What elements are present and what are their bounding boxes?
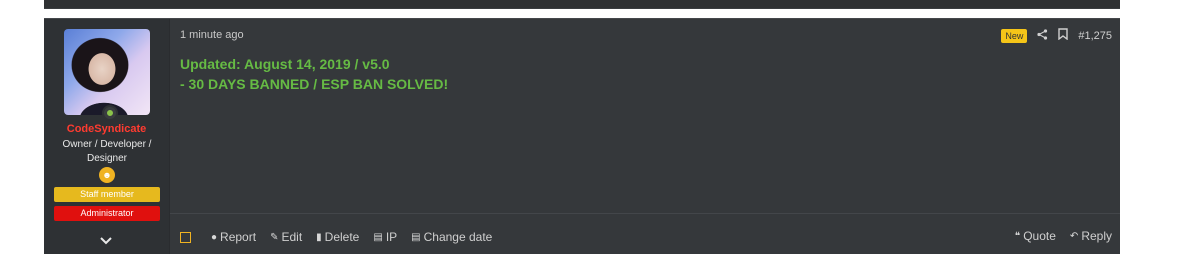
staff-member-banner: Staff member [54,187,160,202]
administrator-banner: Administrator [54,206,160,221]
chevron-down-icon[interactable] [96,232,116,248]
user-info-panel: CodeSyndicate Owner / Developer / Design… [44,19,170,254]
post-body-line: - 30 DAYS BANNED / ESP BAN SOLVED! [180,76,449,92]
bookmark-icon[interactable] [1058,28,1069,44]
username[interactable]: CodeSyndicate [44,123,169,135]
online-status-icon [102,105,118,121]
new-badge: New [1001,29,1028,43]
quote-icon: ❝ [1014,230,1021,242]
ip-label: IP [385,230,398,244]
change-date-label: Change date [423,230,493,244]
footer-divider [170,213,1120,214]
edit-button[interactable]: ✎ Edit [270,230,302,244]
trash-icon: ▮ [316,231,322,243]
pencil-icon: ✎ [270,231,279,243]
post-actions-left: ● Report ✎ Edit ▮ Delete ▤ IP ▤ Change d… [180,229,492,245]
id-card-icon: ▤ [373,231,383,243]
delete-button[interactable]: ▮ Delete [316,230,359,244]
reply-icon: ↶ [1069,230,1079,242]
post-actions-right: ❝ Quote ↶ Reply [1015,228,1112,244]
post-timestamp[interactable]: 1 minute ago [180,29,244,41]
quote-button[interactable]: ❝ Quote [1015,229,1056,243]
report-icon: ● [211,231,218,243]
forum-post: CodeSyndicate Owner / Developer / Design… [44,18,1120,254]
message-cell: 1 minute ago New #1,275 Updated: August … [170,19,1120,254]
ip-button[interactable]: ▤ IP [373,230,397,244]
user-badge-icon: ☻ [99,167,115,183]
id-card-icon: ▤ [411,231,421,243]
change-date-button[interactable]: ▤ Change date [411,230,492,244]
share-icon[interactable] [1037,28,1048,44]
report-button[interactable]: ● Report [211,230,256,244]
edit-label: Edit [281,230,303,244]
avatar[interactable] [64,29,150,115]
reply-button[interactable]: ↶ Reply [1070,229,1112,243]
post-number-link[interactable]: #1,275 [1078,29,1112,43]
report-label: Report [220,230,257,244]
post-header-actions: New #1,275 [1001,28,1112,44]
previous-post-edge [44,0,1120,9]
reply-label: Reply [1081,229,1112,243]
delete-label: Delete [324,230,360,244]
post-body-line: Updated: August 14, 2019 / v5.0 [180,56,390,72]
post-body: Updated: August 14, 2019 / v5.0 - 30 DAY… [180,54,448,94]
select-post-checkbox[interactable] [180,231,191,243]
quote-label: Quote [1023,229,1056,243]
user-title: Owner / Developer / Designer [62,139,152,164]
